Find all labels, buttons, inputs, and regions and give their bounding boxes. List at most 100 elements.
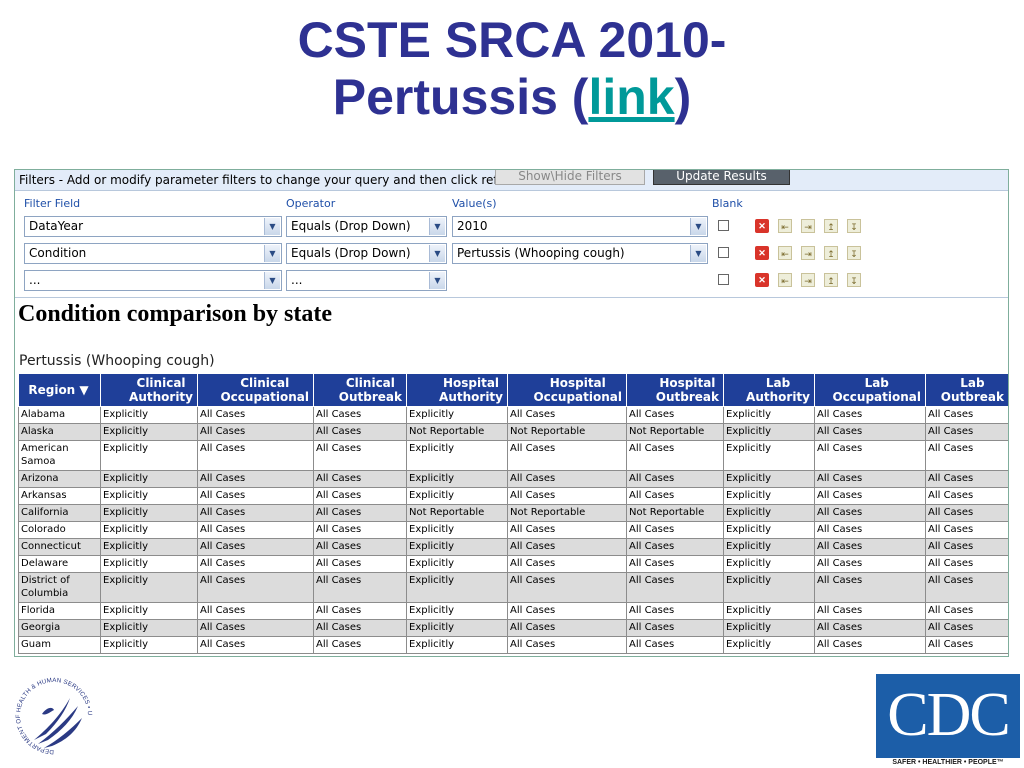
outdent-icon[interactable]: ↥ (824, 219, 838, 233)
table-cell: All Cases (925, 521, 1008, 539)
blank-checkbox-2[interactable] (718, 247, 729, 258)
column-header: Hospital Authority (406, 373, 508, 407)
outdent-icon[interactable]: ↥ (824, 246, 838, 260)
table-cell: All Cases (313, 555, 407, 573)
value-select-1[interactable]: 2010 ▼ (452, 216, 708, 237)
column-header-label: Hospital Occupational (533, 376, 622, 404)
indent-icon[interactable]: ⇥ (801, 219, 815, 233)
chevron-down-icon: ▼ (264, 245, 280, 262)
table-cell: All Cases (313, 406, 407, 424)
table-cell: All Cases (313, 487, 407, 505)
table-cell: All Cases (507, 636, 627, 654)
column-header-line1: Lab (765, 376, 791, 390)
table-body: Alabama Explicitly All Cases All Cases Expli… (18, 406, 1008, 654)
table-cell: Explicitly (723, 406, 815, 424)
cdc-logo-box: CDC (876, 674, 1020, 758)
indent-icon[interactable]: ⇥ (801, 246, 815, 260)
column-header-line2: Authority (129, 390, 193, 404)
column-header-line2: Authority (746, 390, 810, 404)
row-actions-3: ✕ ⇤ ⇥ ↥ ↧ (755, 273, 865, 287)
move-up-icon[interactable]: ⇤ (778, 246, 792, 260)
table-cell: All Cases (507, 440, 627, 471)
table-row: Guam Explicitly All Cases All Cases Explicit… (18, 636, 1008, 654)
column-header-line2: Outbreak (338, 390, 402, 404)
table-cell: All Cases (626, 538, 724, 556)
column-header-label: Region ▼ (28, 383, 89, 397)
region-cell: Alaska (18, 423, 101, 441)
move-up-icon[interactable]: ⇤ (778, 273, 792, 287)
slide-title: CSTE SRCA 2010- Pertussis (link) (0, 12, 1024, 126)
table-cell: All Cases (507, 406, 627, 424)
table-cell: All Cases (197, 555, 314, 573)
table-cell: All Cases (197, 470, 314, 488)
table-cell: All Cases (925, 555, 1008, 573)
table-cell: All Cases (626, 572, 724, 603)
operator-label: Operator (286, 197, 336, 210)
filter-field-select-2[interactable]: Condition ▼ (24, 243, 282, 264)
move-down-icon[interactable]: ↧ (847, 219, 861, 233)
filter-field-value-2: Condition (29, 246, 87, 260)
blank-checkbox-1[interactable] (718, 220, 729, 231)
table-cell: All Cases (313, 619, 407, 637)
table-cell: All Cases (197, 538, 314, 556)
column-header-line1: Clinical (240, 376, 290, 390)
table-cell: Explicitly (406, 538, 508, 556)
divider (15, 297, 1008, 298)
table-cell: Explicitly (406, 619, 508, 637)
column-header-region[interactable]: Region ▼ (18, 373, 101, 407)
table-cell: All Cases (507, 602, 627, 620)
table-cell: All Cases (626, 440, 724, 471)
table-cell: All Cases (925, 619, 1008, 637)
table-cell: All Cases (197, 487, 314, 505)
table-cell: Not Reportable (626, 423, 724, 441)
indent-icon[interactable]: ⇥ (801, 273, 815, 287)
filter-field-select-1[interactable]: DataYear ▼ (24, 216, 282, 237)
value-select-2[interactable]: Pertussis (Whooping cough) ▼ (452, 243, 708, 264)
delete-icon[interactable]: ✕ (755, 219, 769, 233)
show-hide-filters-button[interactable]: Show\Hide Filters (495, 170, 645, 185)
title-link[interactable]: link (588, 69, 674, 125)
column-header-line2: Outbreak (940, 390, 1004, 404)
table-cell: All Cases (814, 636, 926, 654)
table-cell: All Cases (814, 572, 926, 603)
table-cell: Explicitly (406, 636, 508, 654)
table-cell: Explicitly (100, 423, 198, 441)
column-header-label: Hospital Authority (439, 376, 503, 404)
move-up-icon[interactable]: ⇤ (778, 219, 792, 233)
delete-icon[interactable]: ✕ (755, 273, 769, 287)
operator-value-1: Equals (Drop Down) (291, 219, 411, 233)
table-cell: All Cases (507, 619, 627, 637)
table-cell: All Cases (507, 572, 627, 603)
blank-checkbox-3[interactable] (718, 274, 729, 285)
table-cell: All Cases (197, 423, 314, 441)
column-header-line2: Occupational (220, 390, 309, 404)
table-cell: All Cases (197, 619, 314, 637)
slide-title-prefix: Pertussis ( (332, 69, 589, 125)
filter-field-select-3[interactable]: ... ▼ (24, 270, 282, 291)
column-header-line1: Hospital (549, 376, 606, 390)
table-row: Florida Explicitly All Cases All Cases Expli… (18, 602, 1008, 620)
table-cell: Not Reportable (507, 504, 627, 522)
move-down-icon[interactable]: ↧ (847, 246, 861, 260)
table-row: Arizona Explicitly All Cases All Cases Expli… (18, 470, 1008, 488)
table-cell: Explicitly (406, 521, 508, 539)
table-cell: All Cases (197, 636, 314, 654)
report-panel: Filters - Add or modify parameter filter… (14, 169, 1009, 657)
table-cell: Explicitly (406, 572, 508, 603)
column-header-label: Clinical Outbreak (339, 376, 402, 404)
column-header-label: Hospital Outbreak (656, 376, 719, 404)
table-cell: All Cases (313, 602, 407, 620)
operator-select-2[interactable]: Equals (Drop Down) ▼ (286, 243, 447, 264)
region-cell: Connecticut (18, 538, 101, 556)
table-cell: All Cases (507, 487, 627, 505)
table-cell: All Cases (814, 470, 926, 488)
delete-icon[interactable]: ✕ (755, 246, 769, 260)
update-results-button[interactable]: Update Results (653, 170, 790, 185)
operator-select-3[interactable]: ... ▼ (286, 270, 447, 291)
operator-select-1[interactable]: Equals (Drop Down) ▼ (286, 216, 447, 237)
table-cell: Explicitly (723, 521, 815, 539)
chevron-down-icon: ▼ (429, 272, 445, 289)
move-down-icon[interactable]: ↧ (847, 273, 861, 287)
outdent-icon[interactable]: ↥ (824, 273, 838, 287)
region-cell: Delaware (18, 555, 101, 573)
